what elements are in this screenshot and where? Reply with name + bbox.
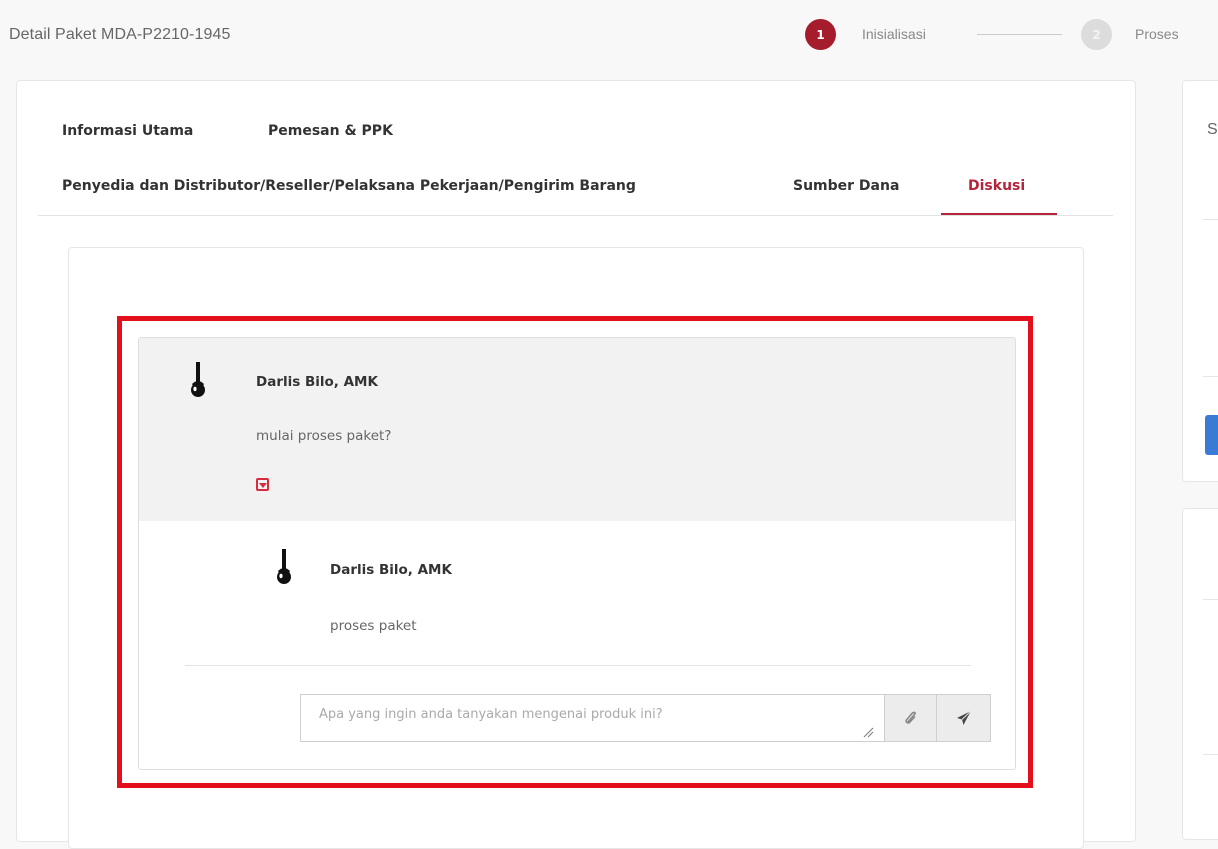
side-panel-bottom xyxy=(1182,508,1218,840)
active-tab-indicator xyxy=(941,213,1057,215)
page-title: Detail Paket MDA-P2210-1945 xyxy=(9,26,231,43)
divider xyxy=(1203,754,1218,755)
message-item: Darlis Bilo, AMK mulai proses paket? xyxy=(139,338,1015,521)
divider xyxy=(1203,599,1218,600)
side-panel-top: S xyxy=(1182,80,1218,482)
tab-informasi-utama[interactable]: Informasi Utama xyxy=(62,123,193,139)
tab-pemesan-ppk[interactable]: Pemesan & PPK xyxy=(268,123,393,139)
divider xyxy=(1203,376,1218,377)
reply-author: Darlis Bilo, AMK xyxy=(330,562,452,578)
process-stepper: 1 Inisialisasi 2 Proses xyxy=(805,19,1218,50)
side-panel-title: S xyxy=(1207,121,1218,138)
reply-composer xyxy=(300,694,992,744)
tab-diskusi[interactable]: Diskusi xyxy=(968,178,1025,194)
divider xyxy=(185,665,971,666)
side-panel-action-button[interactable] xyxy=(1205,415,1218,455)
divider xyxy=(1203,219,1218,220)
message-text: mulai proses paket? xyxy=(256,428,392,444)
step-1-indicator: 1 xyxy=(805,19,836,50)
question-input[interactable] xyxy=(300,694,884,742)
send-button[interactable] xyxy=(937,694,991,742)
resize-grip-icon[interactable] xyxy=(862,726,874,738)
step-1-label: Inisialisasi xyxy=(862,26,926,42)
attach-button[interactable] xyxy=(884,694,937,742)
caret-square-down-icon[interactable] xyxy=(256,478,269,491)
user-avatar-icon xyxy=(277,549,291,584)
tabs-divider xyxy=(38,215,1113,216)
step-connector xyxy=(977,34,1062,35)
message-author: Darlis Bilo, AMK xyxy=(256,374,378,390)
step-2-label: Proses xyxy=(1135,26,1179,42)
step-2-indicator: 2 xyxy=(1081,19,1112,50)
paper-plane-icon xyxy=(956,710,971,725)
tab-sumber-dana[interactable]: Sumber Dana xyxy=(793,178,899,194)
paperclip-icon xyxy=(904,711,916,724)
discussion-thread: Darlis Bilo, AMK mulai proses paket? Dar… xyxy=(138,337,1016,770)
user-avatar-icon xyxy=(191,362,205,397)
tab-penyedia-distributor[interactable]: Penyedia dan Distributor/Reseller/Pelaks… xyxy=(62,178,636,194)
reply-text: proses paket xyxy=(330,618,417,634)
